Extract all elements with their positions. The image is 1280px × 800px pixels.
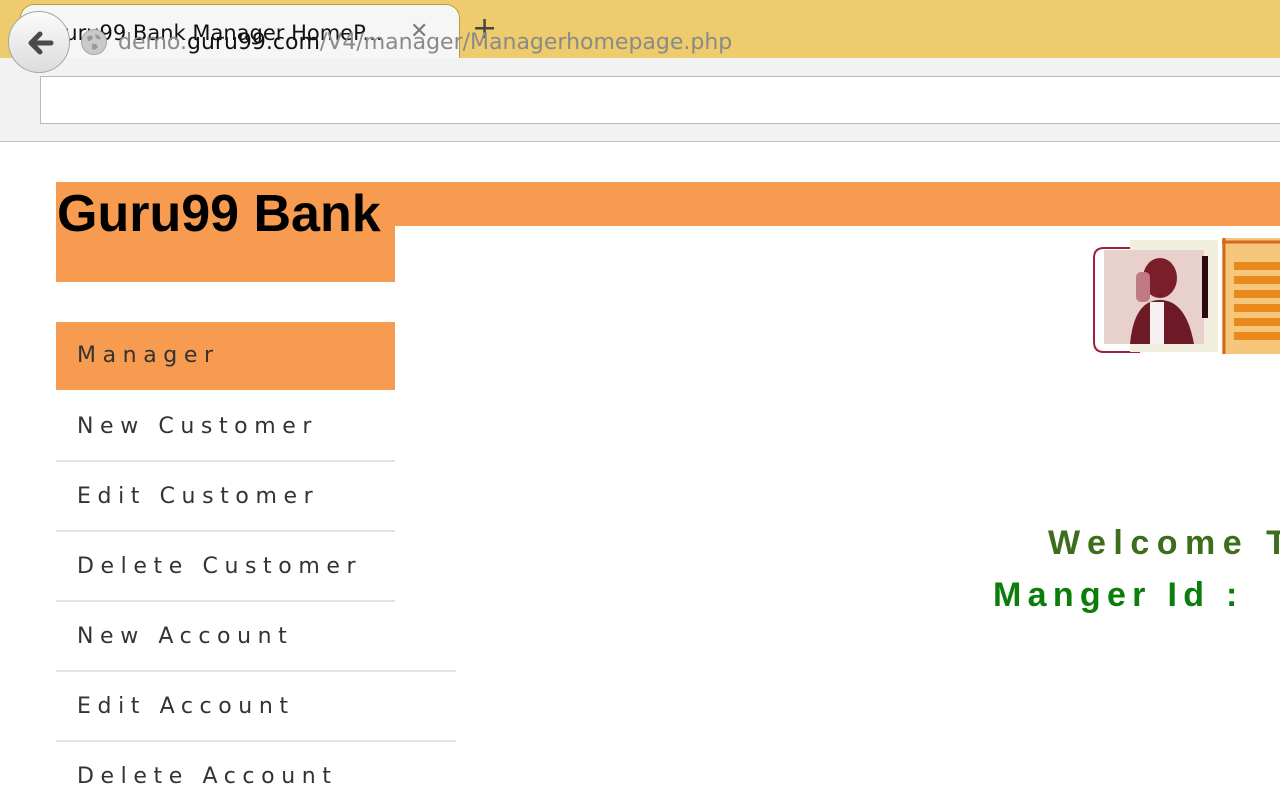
- sidebar-item-new-customer[interactable]: New Customer: [56, 392, 395, 462]
- url-text[interactable]: demo.guru99.com/V4/manager/Managerhomepa…: [118, 30, 732, 55]
- back-arrow-icon: [28, 31, 54, 55]
- navigation-bar: [0, 58, 1280, 142]
- manager-id-label: Manger Id :: [993, 576, 1244, 614]
- address-bar[interactable]: [40, 76, 1280, 124]
- sidebar-item-new-account[interactable]: New Account: [56, 602, 456, 672]
- sidebar-item-edit-customer[interactable]: Edit Customer: [56, 462, 395, 532]
- url-prefix: demo.: [118, 30, 187, 55]
- url-domain: guru99.com: [187, 30, 320, 55]
- welcome-heading: Welcome T: [1048, 524, 1280, 562]
- sidebar-item-delete-account[interactable]: Delete Account: [56, 742, 456, 800]
- bank-banner-image: [1093, 238, 1280, 354]
- sidebar-item-delete-customer[interactable]: Delete Customer: [56, 532, 395, 602]
- brand-title: Guru99 Bank: [57, 185, 381, 243]
- globe-icon: [81, 29, 107, 55]
- back-button[interactable]: [8, 11, 70, 73]
- url-path: /V4/manager/Managerhomepage.php: [319, 30, 733, 55]
- sidebar-item-edit-account[interactable]: Edit Account: [56, 672, 456, 742]
- sidebar-item-manager[interactable]: Manager: [56, 322, 395, 390]
